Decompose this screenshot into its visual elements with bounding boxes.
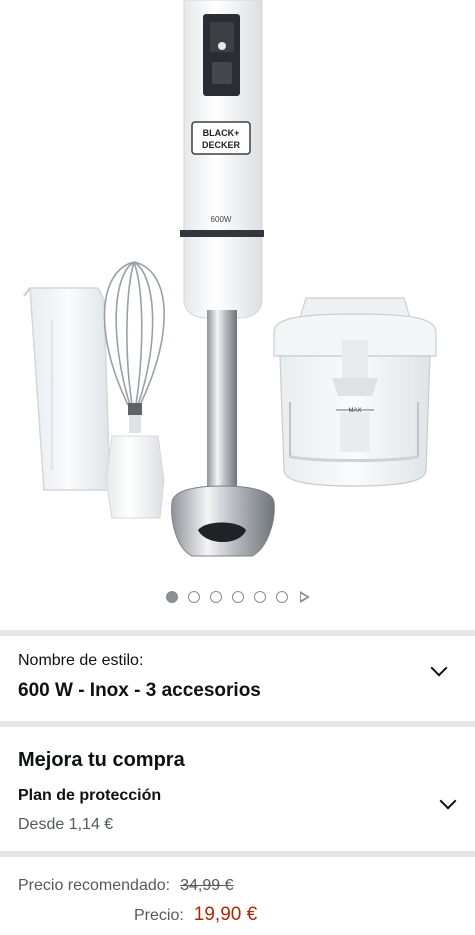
image-carousel-indicator [0, 588, 475, 606]
deal-price-label: Precio: [134, 907, 184, 924]
max-mark: MAX [348, 408, 361, 414]
brand-logo-line2: DECKER [202, 140, 241, 150]
list-price-label: Precio recomendado: [18, 877, 171, 894]
product-image-gallery[interactable]: BLACK+ DECKER 600W MAX [0, 0, 475, 575]
carousel-dot-4[interactable] [231, 591, 244, 603]
style-value: 600 W - Inox - 3 accesorios [18, 680, 261, 701]
carousel-dot-5[interactable] [253, 591, 266, 603]
deal-price-value: 19,90 € [193, 904, 258, 925]
deal-price-row: Precio: 19,90 € [134, 904, 257, 926]
carousel-dot-2[interactable] [187, 591, 200, 603]
list-price-row: Precio recomendado: 34,99 € [18, 877, 233, 895]
improve-purchase-section: Mejora tu compra Plan de protección Desd… [0, 727, 475, 851]
carousel-next-icon[interactable] [299, 591, 310, 603]
chopper-bowl: MAX [273, 297, 437, 487]
measuring-beaker [23, 287, 111, 491]
carousel-dot-1[interactable] [165, 591, 178, 603]
chevron-down-icon[interactable] [430, 659, 448, 677]
protection-plan-title: Plan de protección [18, 787, 162, 804]
style-selector[interactable]: Nombre de estilo: 600 W - Inox - 3 acces… [0, 636, 475, 721]
power-mark: 600W [211, 215, 232, 224]
protection-plan-price: Desde 1,14 € [18, 816, 114, 833]
product-image: BLACK+ DECKER 600W MAX [23, 0, 437, 557]
improve-purchase-title: Mejora tu compra [18, 749, 185, 771]
hand-blender: BLACK+ DECKER 600W [171, 0, 275, 557]
whisk-attachment [103, 261, 165, 519]
brand-logo-line1: BLACK+ [203, 128, 240, 138]
list-price-value: 34,99 € [180, 877, 234, 894]
carousel-dot-6[interactable] [275, 591, 288, 603]
price-section: Precio recomendado: 34,99 € Precio: 19,9… [0, 857, 475, 935]
style-label: Nombre de estilo: [18, 652, 144, 669]
chevron-down-icon[interactable] [439, 792, 457, 810]
carousel-dot-3[interactable] [209, 591, 222, 603]
